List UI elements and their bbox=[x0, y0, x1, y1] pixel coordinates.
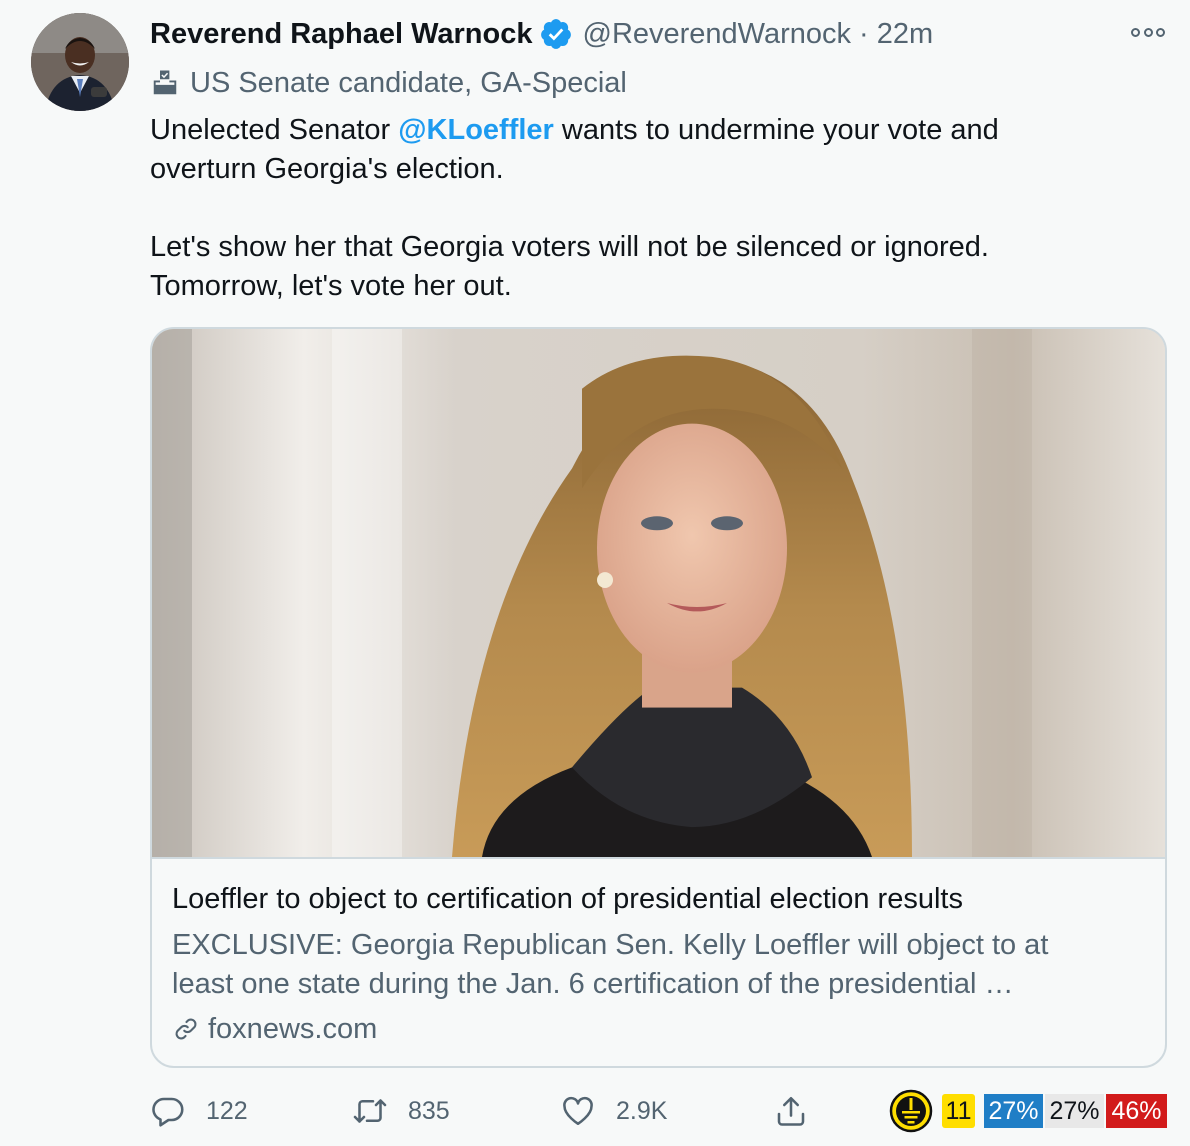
card-description-line: EXCLUSIVE: Georgia Republican Sen. Kelly… bbox=[172, 929, 1049, 961]
retweet-icon bbox=[353, 1099, 387, 1123]
verified-badge-icon bbox=[540, 19, 571, 49]
bias-center-percent: 27% bbox=[1045, 1094, 1104, 1128]
ballot-box-icon bbox=[153, 70, 177, 95]
retweet-count: 835 bbox=[408, 1096, 450, 1125]
account-label-text: US Senate candidate, GA-Special bbox=[190, 66, 627, 99]
tweet-line-1: Unelected Senator @KLoeffler wants to un… bbox=[150, 111, 1150, 150]
card-description-line: least one state during the Jan. 6 certif… bbox=[172, 968, 1014, 1000]
avatar[interactable] bbox=[31, 13, 129, 111]
separator-dot: · bbox=[859, 17, 869, 50]
card-image[interactable] bbox=[152, 329, 1165, 859]
card-domain-text: foxnews.com bbox=[208, 1012, 378, 1045]
tweet-text-segment: wants to undermine your vote and bbox=[553, 114, 999, 146]
like-count: 2.9K bbox=[616, 1096, 668, 1125]
bias-rating-icon[interactable] bbox=[889, 1089, 933, 1133]
share-button[interactable] bbox=[773, 1088, 809, 1134]
like-button[interactable]: 2.9K bbox=[560, 1088, 667, 1134]
link-card[interactable]: Loeffler to object to certification of p… bbox=[150, 327, 1167, 1068]
tweet: Reverend Raphael Warnock @ReverendWarnoc… bbox=[0, 0, 1190, 1146]
card-domain: foxnews.com bbox=[172, 1011, 377, 1047]
card-title: Loeffler to object to certification of p… bbox=[172, 883, 963, 915]
bias-left-percent: 27% bbox=[984, 1094, 1043, 1128]
card-photo bbox=[152, 329, 1165, 857]
reply-icon bbox=[152, 1097, 184, 1127]
more-dot-icon bbox=[1143, 27, 1153, 37]
account-label[interactable]: US Senate candidate, GA-Special bbox=[150, 64, 627, 102]
retweet-button[interactable]: 835 bbox=[352, 1088, 450, 1134]
reply-button[interactable]: 122 bbox=[150, 1088, 248, 1134]
bias-source-count[interactable]: 11 bbox=[942, 1094, 975, 1128]
timestamp[interactable]: 22m bbox=[877, 18, 933, 51]
tweet-header: Reverend Raphael Warnock @ReverendWarnoc… bbox=[150, 14, 933, 54]
bias-right-percent: 46% bbox=[1106, 1094, 1167, 1128]
tweet-text-segment: Unelected Senator bbox=[150, 114, 399, 146]
tweet-line-4: Tomorrow, let's vote her out. bbox=[150, 270, 512, 302]
share-icon bbox=[777, 1096, 805, 1126]
more-dot-icon bbox=[1131, 27, 1140, 37]
link-icon bbox=[175, 1018, 197, 1040]
tweet-line-2: overturn Georgia's election. bbox=[150, 153, 504, 185]
reply-count: 122 bbox=[206, 1096, 248, 1125]
display-name[interactable]: Reverend Raphael Warnock bbox=[150, 18, 533, 51]
avatar-photo bbox=[31, 13, 129, 111]
heart-icon bbox=[563, 1096, 593, 1126]
tweet-line-3: Let's show her that Georgia voters will … bbox=[150, 231, 989, 263]
more-dot-icon bbox=[1156, 27, 1165, 37]
user-handle[interactable]: @ReverendWarnock bbox=[583, 18, 852, 51]
more-options-button[interactable] bbox=[1128, 20, 1168, 44]
card-description: EXCLUSIVE: Georgia Republican Sen. Kelly… bbox=[172, 926, 1132, 1004]
mention-link[interactable]: @KLoeffler bbox=[398, 114, 554, 146]
tweet-text: Unelected Senator @KLoeffler wants to un… bbox=[150, 111, 1150, 306]
